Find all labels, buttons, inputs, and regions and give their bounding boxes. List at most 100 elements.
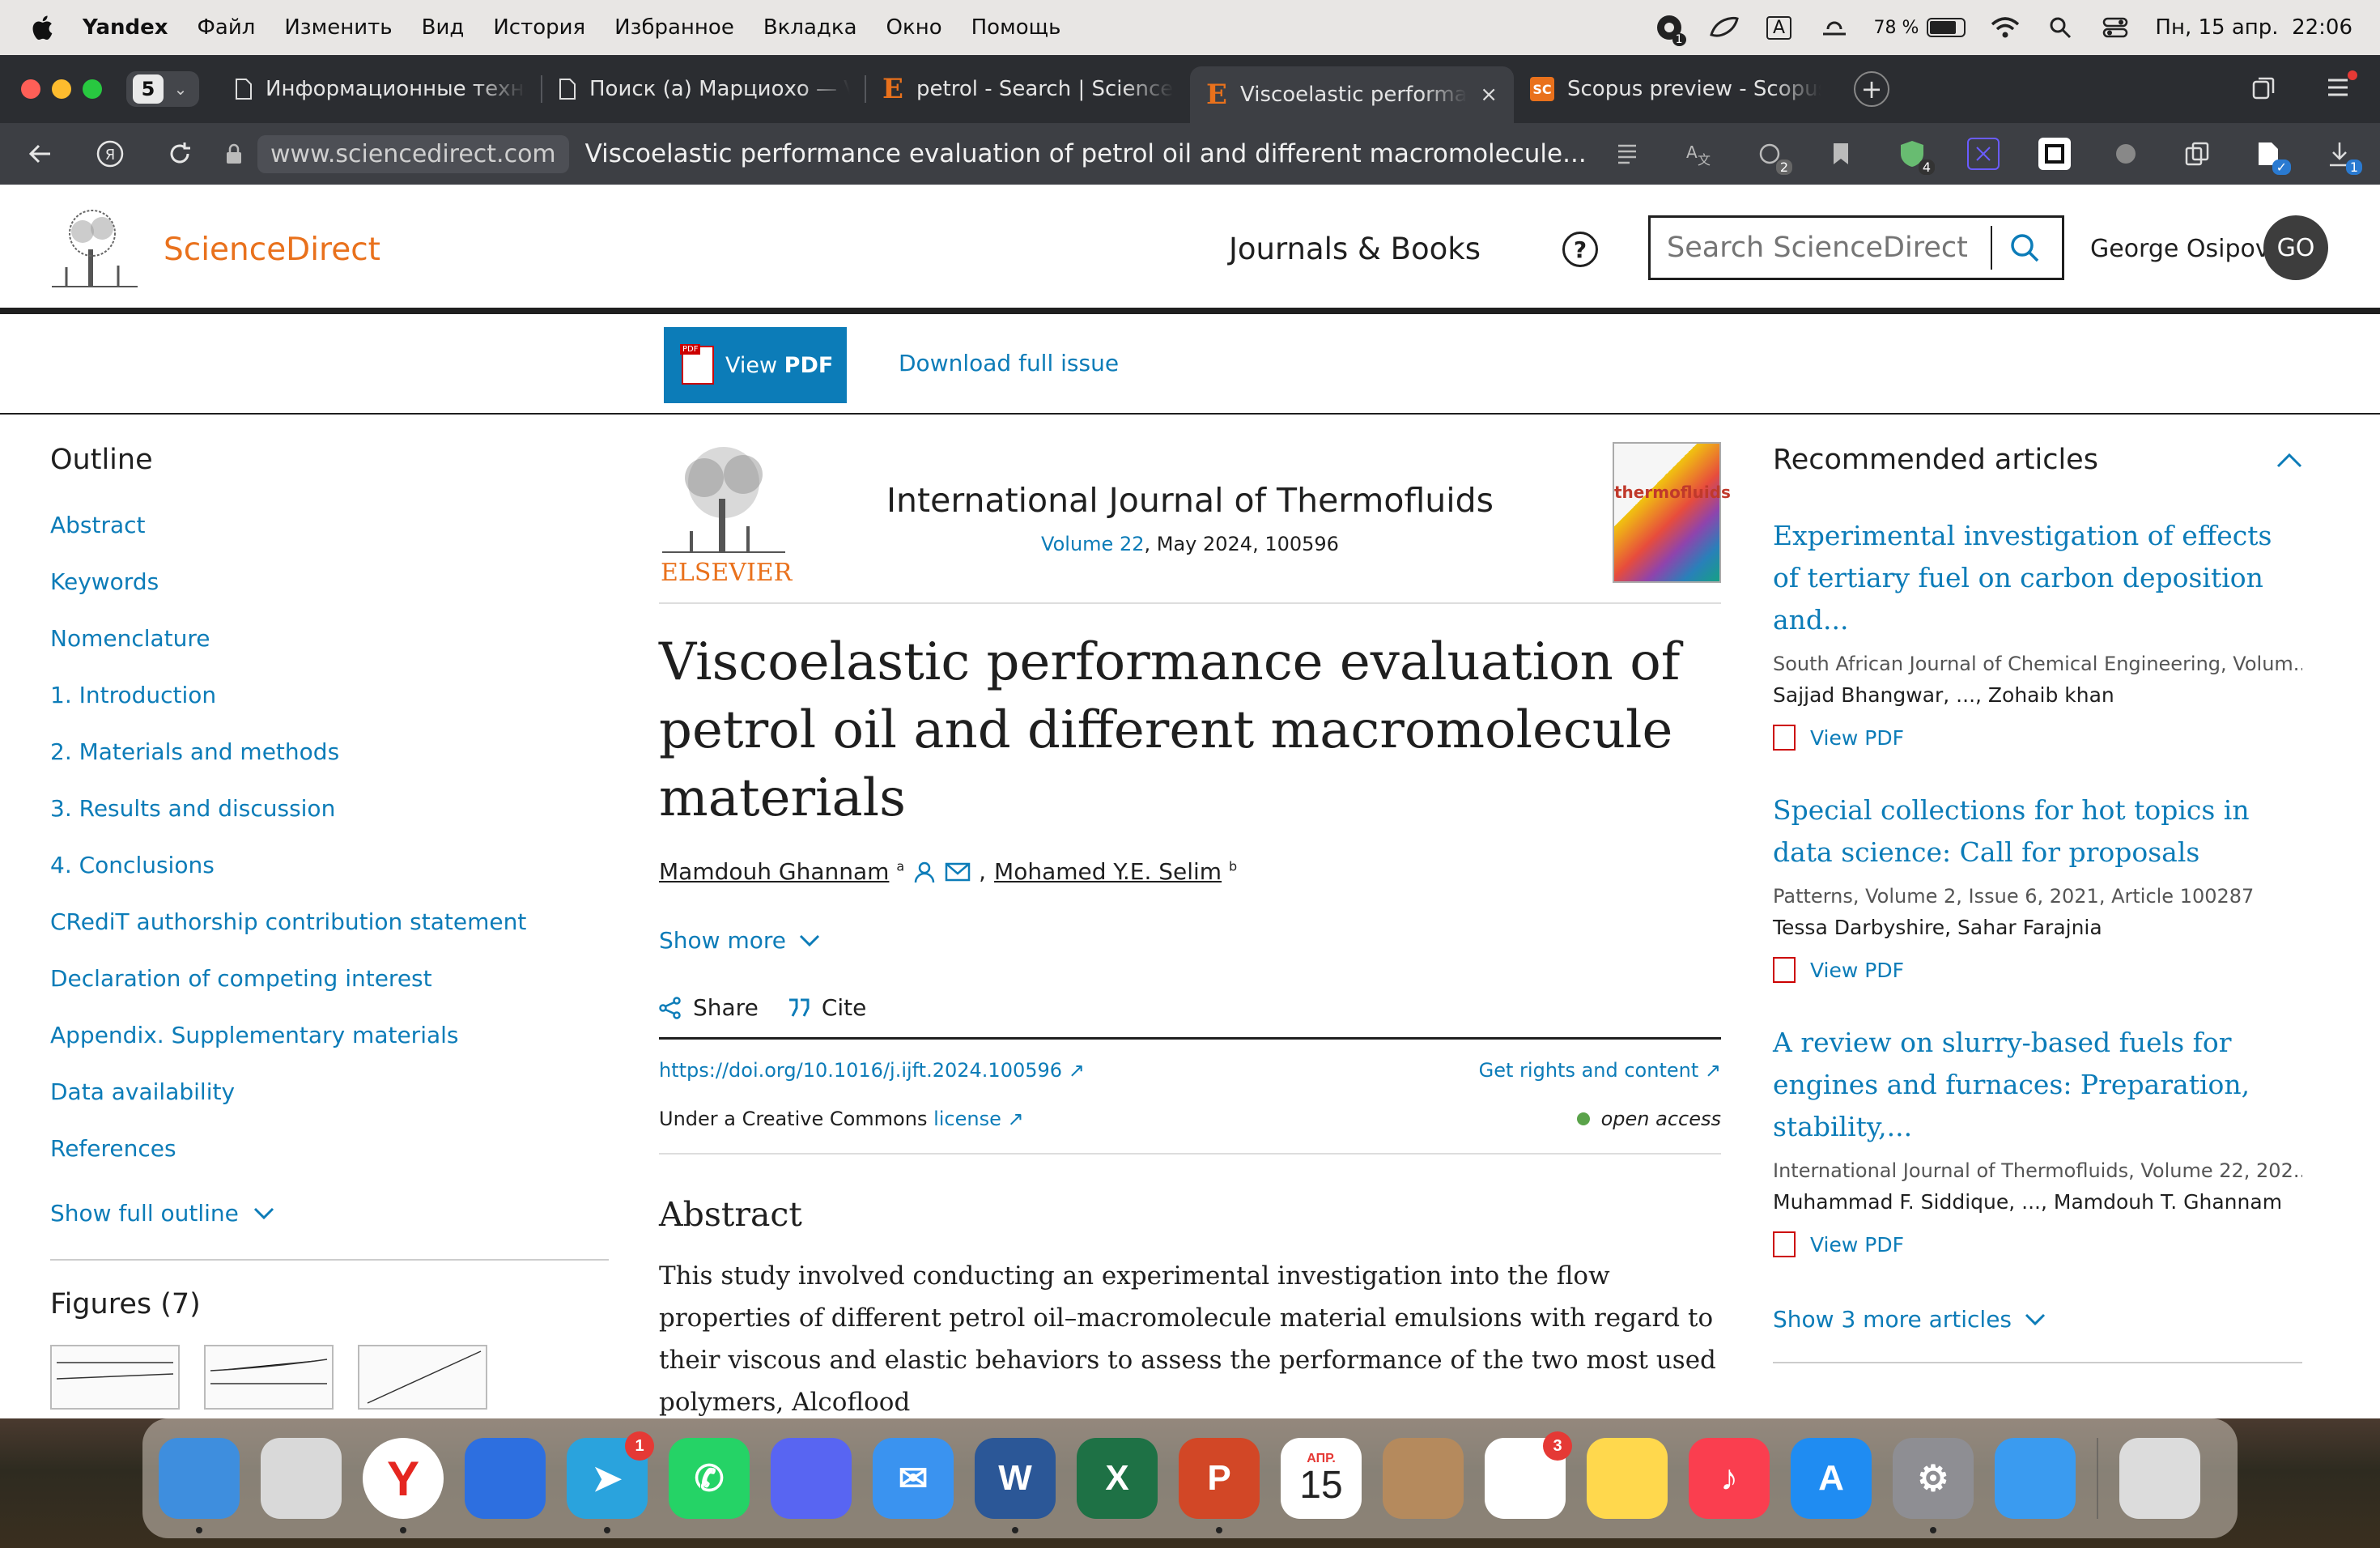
help-icon[interactable]: ? [1562, 232, 1598, 267]
mail-dock-icon[interactable]: ✉ [873, 1438, 954, 1519]
figure-thumbnail[interactable] [358, 1345, 487, 1410]
outline-item-introduction[interactable]: 1. Introduction [50, 678, 609, 735]
menubar-clock[interactable]: Пн, 15 апр. 22:06 [2155, 15, 2352, 40]
recommended-title-link[interactable]: Experimental investigation of effects of… [1773, 515, 2302, 641]
user-name[interactable]: George Osipov [2090, 235, 2270, 263]
brightness-icon[interactable] [1819, 12, 1850, 43]
elsevier-tree-logo[interactable] [50, 209, 139, 290]
translate-icon[interactable]: A文 [1682, 138, 1715, 170]
author-link[interactable]: Mohamed Y.E. Selim b [994, 858, 1237, 885]
back-arrow-icon[interactable] [24, 138, 57, 170]
journals-books-link[interactable]: Journals & Books [1229, 232, 1481, 266]
doi-link[interactable]: https://doi.org/10.1016/j.ijft.2024.1005… [659, 1059, 1085, 1082]
chevron-up-icon[interactable] [2276, 452, 2302, 468]
menu-bookmarks[interactable]: Избранное [614, 15, 734, 40]
extension-purple-icon[interactable] [1967, 138, 2000, 170]
tab-search-marciocho[interactable]: Поиск (а) Марциохо — V [542, 64, 866, 114]
notes-dock-icon[interactable] [1587, 1438, 1668, 1519]
outline-item-references[interactable]: References [50, 1132, 609, 1189]
extension-puzzle-icon[interactable]: 2 [1753, 138, 1792, 175]
sciencedirect-logo-text[interactable]: ScienceDirect [164, 232, 380, 268]
menu-file[interactable]: Файл [198, 15, 256, 40]
share-button[interactable]: Share [659, 994, 759, 1021]
outline-item-abstract[interactable]: Abstract [50, 508, 609, 565]
yandex-messenger-dock-icon[interactable] [465, 1438, 546, 1519]
menu-view[interactable]: Вид [422, 15, 465, 40]
outline-item-appendix[interactable]: Appendix. Supplementary materials [50, 1019, 609, 1075]
yandex-home-icon[interactable]: Я [94, 138, 126, 170]
whatsapp-dock-icon[interactable]: ✆ [669, 1438, 750, 1519]
safari-dock-icon[interactable] [1995, 1438, 2076, 1519]
battery-indicator[interactable]: 78 % [1874, 18, 1966, 38]
outline-item-declaration[interactable]: Declaration of competing interest [50, 962, 609, 1019]
input-source-icon[interactable]: A [1764, 12, 1795, 43]
creative-cloud-icon[interactable]: 1 [1654, 12, 1686, 46]
tab-list-icon[interactable] [2250, 75, 2276, 101]
journal-cover-image[interactable]: thermofluids [1613, 442, 1731, 583]
app-store-dock-icon[interactable]: A [1791, 1438, 1872, 1519]
cite-button[interactable]: Cite [788, 994, 866, 1021]
zoom-window-button[interactable] [83, 79, 102, 99]
document-check-icon[interactable]: ✓ [2252, 138, 2291, 175]
url-field[interactable]: www.sciencedirect.com [225, 134, 569, 173]
contacts-dock-icon[interactable] [1383, 1438, 1464, 1519]
tab-groups-button[interactable]: 5 ⌄ [126, 71, 199, 107]
avatar[interactable]: GO [2263, 215, 2328, 280]
recommended-view-pdf-link[interactable]: View PDF [1773, 725, 2302, 751]
license-link[interactable]: license ↗ [933, 1108, 1024, 1130]
spotlight-search-icon[interactable] [2045, 12, 2076, 43]
outline-item-credit[interactable]: CRediT authorship contribution statement [50, 905, 609, 962]
journal-title[interactable]: International Journal of Thermofluids [659, 481, 1721, 520]
recommended-view-pdf-link[interactable]: View PDF [1773, 1231, 2302, 1257]
tab-viscoelastic-active[interactable]: E Viscoelastic performan × [1190, 66, 1514, 123]
outline-item-results[interactable]: 3. Results and discussion [50, 792, 609, 848]
tab-petrol-search[interactable]: E petrol - Search | ScienceD [866, 64, 1190, 114]
copy-icon[interactable] [2181, 138, 2213, 170]
show-full-outline-button[interactable]: Show full outline [50, 1200, 609, 1227]
page-title-in-address[interactable]: Viscoelastic performance evaluation of p… [585, 139, 1587, 168]
menu-window[interactable]: Окно [886, 15, 942, 40]
recommended-title-link[interactable]: A review on slurry-based fuels for engin… [1773, 1022, 2302, 1148]
recommended-view-pdf-link[interactable]: View PDF [1773, 957, 2302, 983]
menu-history[interactable]: История [493, 15, 585, 40]
music-dock-icon[interactable]: ♪ [1689, 1438, 1770, 1519]
show-more-articles-button[interactable]: Show 3 more articles [1773, 1306, 2302, 1333]
yandex-browser-dock-icon[interactable]: Y [363, 1438, 444, 1533]
new-tab-button[interactable]: + [1854, 71, 1889, 107]
tab-info-tech[interactable]: Информационные техно [219, 64, 542, 114]
close-window-button[interactable] [21, 79, 40, 99]
outline-item-conclusions[interactable]: 4. Conclusions [50, 848, 609, 905]
minimize-window-button[interactable] [52, 79, 71, 99]
finder-dock-icon[interactable] [159, 1438, 240, 1533]
outline-item-materials[interactable]: 2. Materials and methods [50, 735, 609, 792]
close-tab-icon[interactable]: × [1480, 83, 1498, 107]
author-link[interactable]: Mamdouh Ghannam a [659, 858, 904, 885]
person-icon[interactable] [912, 860, 937, 884]
search-icon[interactable] [1992, 232, 2057, 264]
apple-logo-icon[interactable] [28, 13, 55, 42]
reader-mode-icon[interactable] [1611, 138, 1643, 170]
menu-tab[interactable]: Вкладка [763, 15, 857, 40]
telegram-dock-icon[interactable]: ➤ 1 [567, 1431, 654, 1533]
menu-help[interactable]: Помощь [971, 15, 1061, 40]
control-center-icon[interactable] [2100, 12, 2131, 43]
search-input[interactable] [1651, 231, 1991, 265]
calendar-dock-icon[interactable]: АПР. 15 [1281, 1438, 1362, 1519]
system-settings-dock-icon[interactable]: ⚙ [1893, 1438, 1974, 1533]
wifi-icon[interactable] [1990, 12, 2021, 43]
excel-dock-icon[interactable]: X [1077, 1438, 1158, 1519]
outline-item-nomenclature[interactable]: Nomenclature [50, 622, 609, 678]
discord-dock-icon[interactable] [771, 1438, 852, 1519]
reload-icon[interactable] [164, 138, 196, 170]
download-full-issue-link[interactable]: Download full issue [899, 350, 1119, 376]
download-icon[interactable]: 1 [2323, 138, 2362, 175]
extension-square-icon[interactable] [2038, 138, 2071, 170]
outline-item-keywords[interactable]: Keywords [50, 565, 609, 622]
get-rights-link[interactable]: Get rights and content ↗ [1479, 1059, 1721, 1082]
tab-scopus[interactable]: SC Scopus preview - Scopus [1514, 64, 1838, 114]
powerpoint-dock-icon[interactable]: P [1179, 1438, 1260, 1533]
volume-link[interactable]: Volume 22 [1041, 533, 1144, 555]
figure-thumbnail[interactable] [50, 1345, 180, 1410]
menu-edit[interactable]: Изменить [284, 15, 392, 40]
view-pdf-button[interactable]: View PDF [664, 327, 847, 403]
